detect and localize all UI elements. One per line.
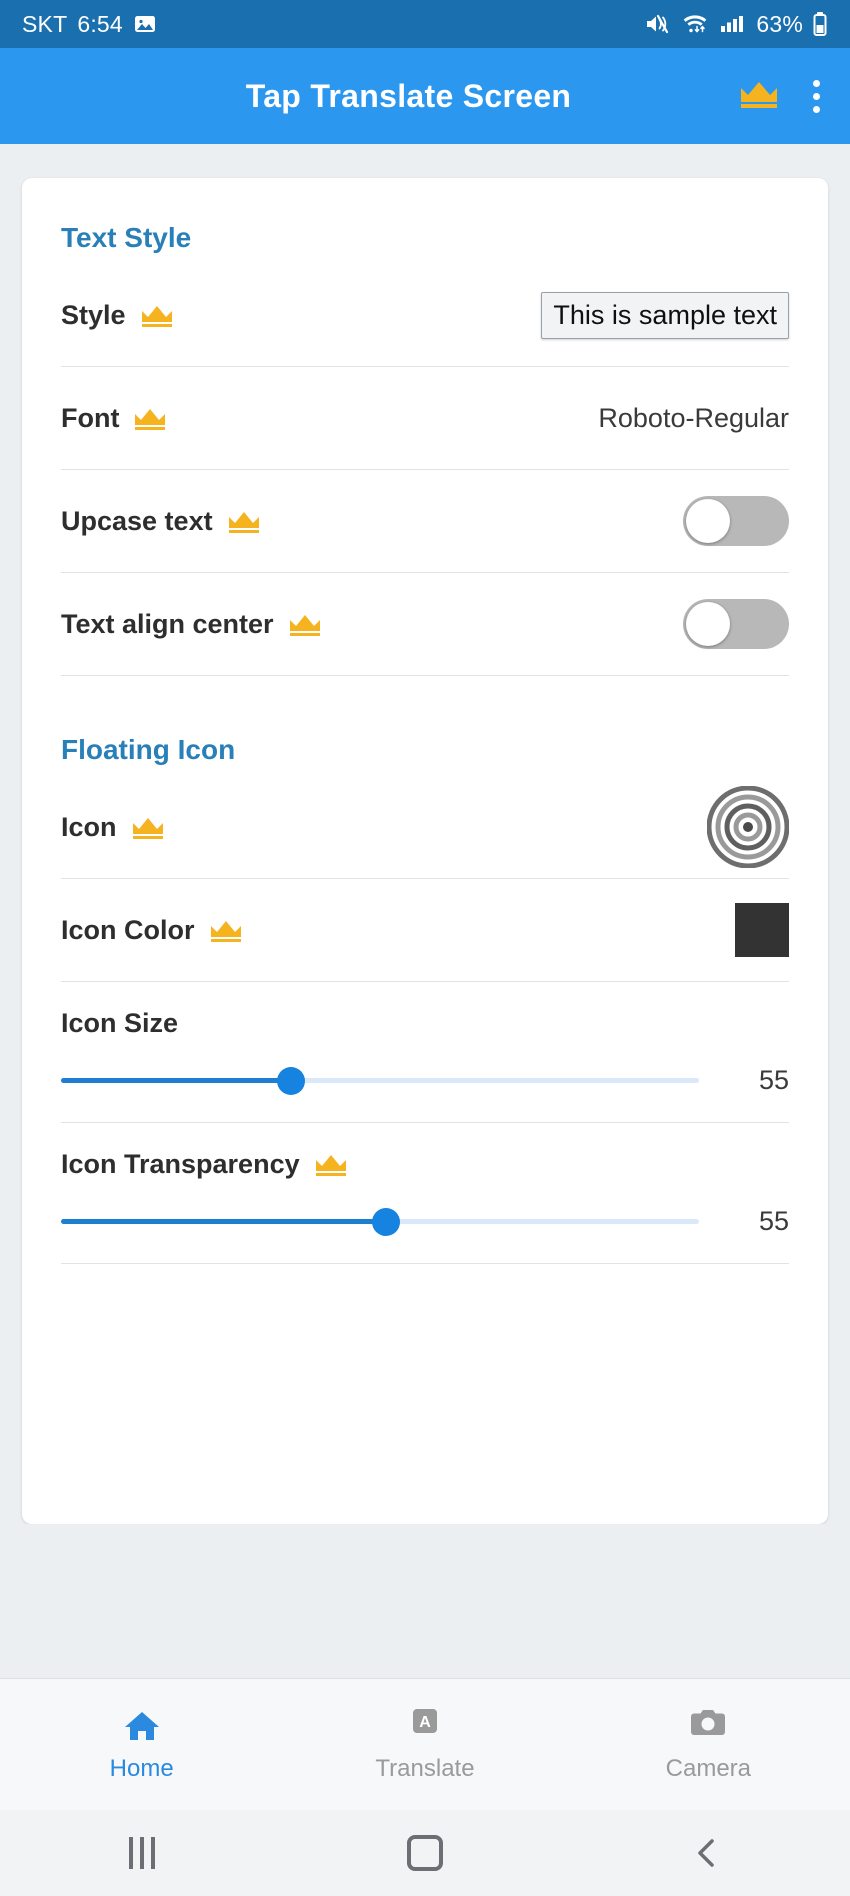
nav-item-camera[interactable]: Camera <box>567 1706 850 1783</box>
status-bar-left: SKT 6:54 <box>22 11 157 38</box>
recents-button[interactable] <box>0 1837 283 1869</box>
upcase-text-toggle[interactable] <box>683 496 789 546</box>
icon-size-label-text: Icon Size <box>61 1008 179 1038</box>
camera-icon <box>691 1710 726 1735</box>
target-icon[interactable] <box>707 786 789 868</box>
slider-thumb[interactable] <box>276 1066 305 1095</box>
recents-icon <box>128 1837 155 1869</box>
cellular-signal-icon <box>719 12 745 36</box>
crown-icon <box>132 817 163 839</box>
svg-text:A: A <box>419 1714 431 1731</box>
text-align-label-text: Text align center <box>61 608 274 639</box>
text-align-center-toggle[interactable] <box>683 599 789 649</box>
crown-icon <box>141 305 172 327</box>
icon-transparency-value: 55 <box>758 1206 789 1236</box>
icon-transparency-slider-wrap: 55 <box>61 1206 789 1237</box>
icon-color-swatch[interactable] <box>735 903 789 957</box>
system-navigation-bar <box>0 1810 850 1896</box>
app-bar-actions <box>739 76 828 117</box>
setting-row-upcase-text[interactable]: Upcase text <box>61 470 789 573</box>
section-title-text-style: Text Style <box>61 222 192 253</box>
setting-label-upcase-text: Upcase text <box>61 506 261 537</box>
battery-percent-label: 63% <box>756 10 803 37</box>
setting-row-icon[interactable]: Icon <box>61 776 789 879</box>
setting-label-icon-color: Icon Color <box>61 915 243 946</box>
font-value: Roboto-Regular <box>598 402 789 433</box>
crown-icon[interactable] <box>739 79 779 114</box>
setting-row-text-align-center[interactable]: Text align center <box>61 573 789 676</box>
setting-label-text-align-center: Text align center <box>61 609 322 640</box>
volume-mute-icon <box>644 12 671 36</box>
setting-row-style[interactable]: Style This is sample text <box>61 264 789 367</box>
more-vertical-icon[interactable] <box>805 76 828 117</box>
status-bar-right: 63% <box>644 11 828 38</box>
nav-label-home: Home <box>109 1755 174 1782</box>
bottom-navigation: Home A Translate Camera <box>0 1678 850 1810</box>
toggle-knob <box>686 602 730 646</box>
home-button[interactable] <box>283 1835 566 1871</box>
page-title: Tap Translate Screen <box>245 77 572 114</box>
crown-icon <box>228 511 259 533</box>
crown-icon <box>135 408 166 430</box>
icon-transparency-slider[interactable] <box>61 1207 699 1236</box>
setting-row-icon-size[interactable]: Icon Size 55 <box>61 982 789 1123</box>
nav-item-translate[interactable]: A Translate <box>283 1706 566 1783</box>
nav-label-camera: Camera <box>665 1755 751 1782</box>
home-icon <box>124 1712 159 1740</box>
crown-icon <box>315 1155 346 1176</box>
style-label-text: Style <box>61 299 126 330</box>
upcase-label-text: Upcase text <box>61 505 213 536</box>
back-chevron-icon <box>698 1839 715 1867</box>
icon-label-text: Icon <box>61 811 117 842</box>
setting-label-style: Style <box>61 300 174 331</box>
setting-label-font: Font <box>61 403 167 434</box>
status-clock: 6:54 <box>77 10 123 37</box>
icon-size-slider[interactable] <box>61 1066 699 1095</box>
battery-icon <box>812 11 828 37</box>
slider-fill <box>61 1219 387 1224</box>
image-icon <box>133 12 157 36</box>
carrier-label: SKT <box>22 10 68 37</box>
slider-thumb[interactable] <box>372 1207 401 1236</box>
nav-label-translate: Translate <box>375 1755 475 1782</box>
slider-fill <box>61 1078 291 1083</box>
toggle-knob <box>686 499 730 543</box>
wifi-icon <box>680 12 710 36</box>
font-label-text: Font <box>61 402 120 433</box>
back-button[interactable] <box>567 1836 850 1870</box>
setting-label-icon-size: Icon Size <box>61 1008 789 1039</box>
icon-size-value: 55 <box>758 1065 789 1095</box>
sample-text-preview[interactable]: This is sample text <box>541 291 789 339</box>
icon-size-slider-wrap: 55 <box>61 1065 789 1096</box>
settings-card: Text Style Style This is sample text Fon… <box>22 178 828 1524</box>
crown-icon <box>210 920 241 942</box>
icon-color-label-text: Icon Color <box>61 914 195 945</box>
settings-content: Text Style Style This is sample text Fon… <box>0 144 850 1524</box>
setting-label-icon: Icon <box>61 812 165 843</box>
translate-a-icon: A <box>412 1709 437 1733</box>
status-bar: SKT 6:54 63% <box>0 0 850 48</box>
section-title-floating-icon: Floating Icon <box>61 734 236 765</box>
setting-row-icon-transparency[interactable]: Icon Transparency 55 <box>61 1123 789 1264</box>
crown-icon <box>289 614 320 636</box>
nav-item-home[interactable]: Home <box>0 1706 283 1783</box>
setting-label-icon-transparency: Icon Transparency <box>61 1149 789 1180</box>
icon-transparency-label-text: Icon Transparency <box>61 1149 300 1179</box>
setting-row-font[interactable]: Font Roboto-Regular <box>61 367 789 470</box>
home-square-icon <box>406 1835 443 1871</box>
app-bar: Tap Translate Screen <box>0 48 850 144</box>
setting-row-icon-color[interactable]: Icon Color <box>61 879 789 982</box>
